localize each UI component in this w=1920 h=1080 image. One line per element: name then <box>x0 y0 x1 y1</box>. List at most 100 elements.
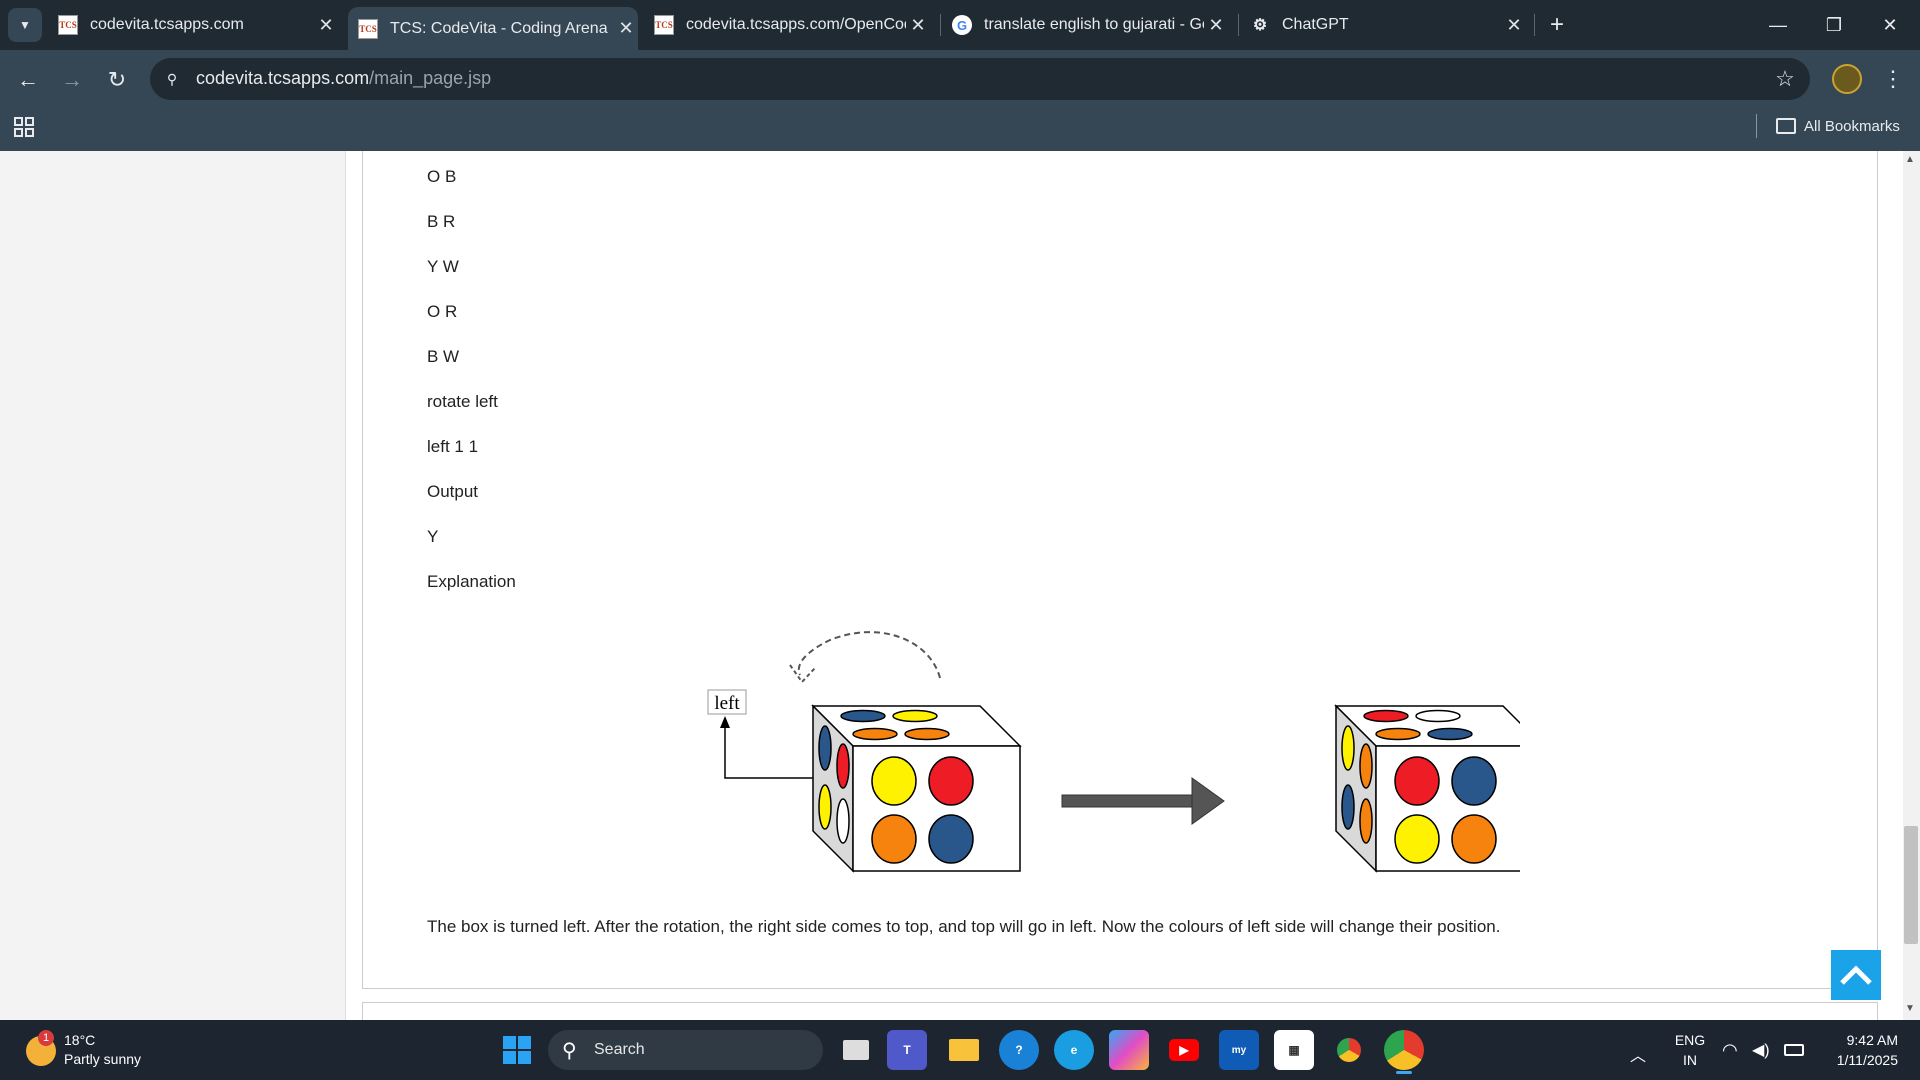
cube-before <box>811 704 1022 873</box>
store-icon[interactable]: ▦ <box>1274 1030 1314 1070</box>
clock-date: 1/11/2025 <box>1836 1052 1898 1068</box>
myhp-icon[interactable]: my <box>1219 1030 1259 1070</box>
youtube-icon[interactable]: ▶ <box>1164 1030 1204 1070</box>
tab-title: TCS: CodeVita - Coding Arena <box>390 19 608 37</box>
scroll-down-arrow[interactable]: ▼ <box>1905 1003 1915 1014</box>
close-tab-icon[interactable]: ✕ <box>314 13 338 37</box>
bookmarks-bar <box>0 107 1920 151</box>
site-info-icon[interactable]: ⚲ <box>160 67 184 91</box>
restore-button[interactable]: ❐ <box>1806 0 1862 50</box>
tab-google-translate[interactable]: G translate english to gujarati - Go ✕ <box>952 7 1228 43</box>
close-tab-icon[interactable]: ✕ <box>906 13 930 37</box>
side-dot-blue <box>1341 784 1355 830</box>
new-tab-button[interactable]: + <box>1540 8 1574 42</box>
text-line: Y W <box>427 257 459 276</box>
close-tab-icon[interactable]: ✕ <box>1204 13 1228 37</box>
back-to-top-button[interactable] <box>1831 950 1881 1000</box>
clock-time: 9:42 AM <box>1846 1032 1898 1048</box>
close-tab-icon[interactable]: ✕ <box>1502 13 1526 37</box>
transition-arrow <box>1061 777 1225 825</box>
tcs-icon: TCS <box>654 15 674 35</box>
reload-button[interactable]: ↻ <box>97 60 137 100</box>
folder-icon <box>1776 118 1796 134</box>
wifi-icon[interactable]: ◠ <box>1722 1040 1738 1061</box>
close-window-button[interactable]: ✕ <box>1862 0 1918 50</box>
chrome-profile-icon[interactable] <box>1384 1030 1424 1070</box>
top-dot-blue <box>840 709 886 723</box>
front-dot-red <box>928 756 974 806</box>
tab-opencode[interactable]: TCS codevita.tcsapps.com/OpenCod ✕ <box>654 7 930 43</box>
side-dot-orange <box>1359 743 1373 789</box>
curved-arrow <box>797 631 941 679</box>
scrollbar-thumb[interactable] <box>1904 826 1918 944</box>
top-dot-blue <box>1427 727 1473 741</box>
weather-badge: 1 <box>38 1030 54 1046</box>
text-line: rotate left <box>427 392 498 411</box>
help-icon[interactable]: ? <box>999 1030 1039 1070</box>
weather-widget[interactable]: 1 18°C Partly sunny <box>24 1030 164 1072</box>
tab-title: translate english to gujarati - Go <box>984 16 1204 33</box>
text-line: Y <box>427 527 439 546</box>
edge-icon[interactable]: e <box>1054 1030 1094 1070</box>
top-dot-orange <box>904 727 950 741</box>
task-view-icon[interactable] <box>836 1030 876 1070</box>
side-dot-yellow <box>1341 725 1355 771</box>
text-line: B R <box>427 212 456 231</box>
tcs-icon: TCS <box>358 18 378 39</box>
page-side-panel <box>0 151 346 1020</box>
front-dot-orange <box>1451 814 1497 864</box>
scroll-up-arrow[interactable]: ▲ <box>1905 154 1915 165</box>
tab-title: ChatGPT <box>1282 16 1349 33</box>
top-dot-orange <box>852 727 898 741</box>
text-line: left 1 1 <box>427 437 479 456</box>
url-domain: codevita.tcsapps.com <box>196 68 370 88</box>
side-dot-white <box>836 798 850 844</box>
weather-temp: 18°C <box>64 1032 96 1048</box>
tab-coding-arena[interactable]: TCS TCS: CodeVita - Coding Arena ✕ <box>348 7 638 50</box>
text-line: O R <box>427 302 458 321</box>
front-dot-orange <box>871 814 917 864</box>
front-dot-yellow <box>871 756 917 806</box>
teams-icon[interactable]: T <box>887 1030 927 1070</box>
chrome-icon[interactable] <box>1329 1030 1369 1070</box>
url-path: /main_page.jsp <box>369 68 492 88</box>
menu-icon[interactable]: ⋮ <box>1880 64 1906 94</box>
all-bookmarks-button[interactable]: All Bookmarks <box>1776 114 1900 138</box>
close-tab-icon[interactable]: ✕ <box>614 17 638 41</box>
back-button[interactable]: ← <box>8 60 48 100</box>
start-button[interactable] <box>497 1030 537 1070</box>
side-dot-orange <box>1359 798 1373 844</box>
tab-chatgpt[interactable]: ⚙ ChatGPT ✕ <box>1250 7 1526 43</box>
page-content <box>0 151 1903 1020</box>
front-dot-blue <box>928 814 974 864</box>
weather-description: Partly sunny <box>64 1051 142 1067</box>
tab-search-button[interactable]: ▼ <box>8 8 42 42</box>
explanation-text: The box is turned left. After the rotati… <box>427 917 1501 936</box>
apps-grid-icon[interactable] <box>12 115 36 139</box>
tab-codevita-home[interactable]: TCS codevita.tcsapps.com ✕ <box>58 7 338 43</box>
volume-icon[interactable]: ◀) <box>1752 1040 1770 1060</box>
tab-title: codevita.tcsapps.com <box>90 16 244 33</box>
forward-button[interactable]: → <box>52 60 92 100</box>
battery-icon[interactable] <box>1784 1044 1804 1056</box>
text-line: B W <box>427 347 460 366</box>
side-dot-blue <box>818 725 832 771</box>
taskbar-search[interactable]: ⚲ Search <box>548 1030 823 1070</box>
side-dot-yellow <box>818 784 832 830</box>
search-placeholder: Search <box>594 1041 645 1058</box>
url-text: codevita.tcsapps.com/main_page.jsp <box>196 68 491 89</box>
search-icon: ⚲ <box>562 1040 577 1062</box>
minimize-button[interactable]: — <box>1750 0 1806 50</box>
bookmark-star-icon[interactable]: ☆ <box>1770 64 1800 94</box>
show-hidden-icons[interactable]: ︿ <box>1630 1042 1646 1066</box>
front-dot-blue <box>1451 756 1497 806</box>
file-explorer-icon[interactable] <box>944 1030 984 1070</box>
clock[interactable]: 9:42 AM 1/11/2025 <box>1808 1032 1898 1068</box>
direction-label: left <box>714 693 740 714</box>
region-code: IN <box>1683 1052 1697 1068</box>
rotation-diagram: left <box>707 631 1520 873</box>
copilot-icon[interactable] <box>1109 1030 1149 1070</box>
language-indicator[interactable]: ENG IN <box>1672 1032 1708 1068</box>
profile-avatar[interactable] <box>1832 64 1862 94</box>
side-dot-red <box>836 743 850 789</box>
